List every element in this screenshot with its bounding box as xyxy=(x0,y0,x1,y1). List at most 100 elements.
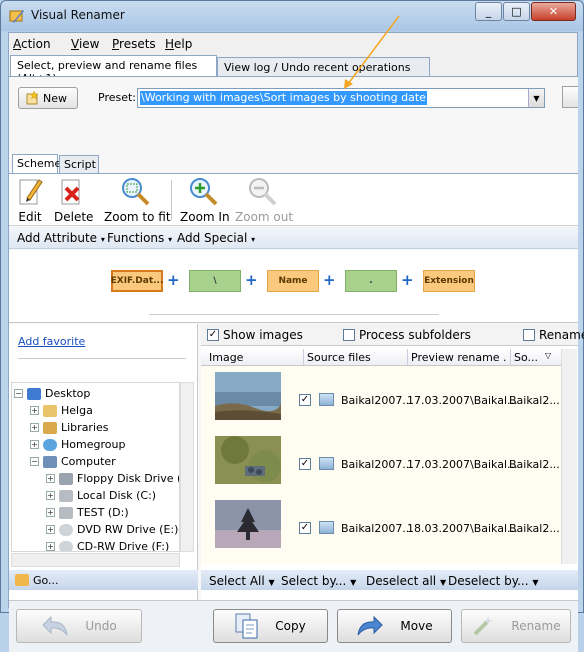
move-button[interactable]: Move xyxy=(337,609,452,643)
deselect-all-button[interactable]: Deselect all ▼ xyxy=(366,574,446,588)
column-divider[interactable] xyxy=(407,349,408,366)
add-favorite-link[interactable]: Add favorite xyxy=(18,335,85,348)
tab-select-preview-rename[interactable]: Select, preview and rename files (Alt+1) xyxy=(10,55,217,85)
undo-button[interactable]: Undo xyxy=(16,609,142,643)
copy-button[interactable]: Copy xyxy=(213,609,328,643)
scheme-token-exif-date[interactable]: EXIF.Dat... xyxy=(111,270,163,292)
add-special-label: Add Special xyxy=(177,231,248,245)
close-button[interactable]: ✕ xyxy=(531,2,576,21)
move-arrow-icon xyxy=(357,615,384,636)
menu-help[interactable]: Help xyxy=(165,37,192,51)
minimize-button[interactable]: _ xyxy=(475,2,502,21)
table-row[interactable]: ✓ Baikal2007... 17.03.2007\Baikal... Bai… xyxy=(201,436,561,500)
checkbox-unchecked-icon xyxy=(523,329,535,341)
save-preset-button[interactable] xyxy=(562,86,578,108)
table-row[interactable]: ✓ Baikal2007... 17.03.2007\Baikal... Bai… xyxy=(201,372,561,436)
scheme-token-name[interactable]: Name xyxy=(267,270,319,292)
expand-icon[interactable]: + xyxy=(30,423,39,432)
column-divider[interactable] xyxy=(303,349,304,366)
collapse-icon[interactable]: − xyxy=(30,457,39,466)
rename-button[interactable]: Rename xyxy=(461,609,571,643)
plus-icon: + xyxy=(401,271,414,289)
functions-menu[interactable]: Functions ▾ xyxy=(107,231,172,245)
expand-icon[interactable]: + xyxy=(30,406,39,415)
preview-rename-cell: 18.03.2007\Baikal... xyxy=(407,522,518,535)
zoom-to-fit-button[interactable]: Zoom to fit xyxy=(104,176,171,224)
tree-item-homegroup[interactable]: + Homegroup xyxy=(30,436,125,453)
window-title: Visual Renamer xyxy=(31,8,125,22)
expand-icon[interactable]: + xyxy=(46,525,55,534)
tree-item-test-d[interactable]: + TEST (D:) xyxy=(46,504,129,521)
menu-presets[interactable]: Presets xyxy=(112,37,156,51)
column-source-files[interactable]: Source files xyxy=(307,351,405,364)
expand-icon[interactable]: + xyxy=(46,542,55,551)
row-checkbox[interactable]: ✓ xyxy=(299,394,311,406)
plus-icon: + xyxy=(323,271,336,289)
deselect-by-button[interactable]: Deselect by... ▼ xyxy=(448,574,539,588)
tab-view-log[interactable]: View log / Undo recent operations (Alt+2… xyxy=(217,57,430,87)
chevron-down-icon[interactable]: ▼ xyxy=(528,89,544,107)
tree-item-helga[interactable]: + Helga xyxy=(30,402,93,419)
add-special-menu[interactable]: Add Special ▾ xyxy=(177,231,255,245)
edit-button[interactable]: Edit xyxy=(17,176,43,224)
desktop-icon xyxy=(27,387,41,400)
tree-item-computer[interactable]: − Computer xyxy=(30,453,116,470)
row-checkbox[interactable]: ✓ xyxy=(299,522,311,534)
menu-bar: Action View Presets Help xyxy=(9,33,577,55)
image-file-icon xyxy=(319,457,334,470)
scheme-token-extension[interactable]: Extension xyxy=(423,270,475,292)
file-grid-header: Image Source files Preview rename ... So… xyxy=(201,349,561,366)
menu-help-accel: H xyxy=(165,37,175,51)
tree-item-libraries[interactable]: + Libraries xyxy=(30,419,109,436)
filter-icon[interactable]: ▽ xyxy=(545,351,551,360)
tree-item-desktop[interactable]: − Desktop xyxy=(14,385,90,402)
tree-item-local-c[interactable]: + Local Disk (C:) xyxy=(46,487,156,504)
menu-action[interactable]: Action xyxy=(13,37,51,51)
dropdown-arrow-icon: ▼ xyxy=(268,578,275,587)
column-divider[interactable] xyxy=(510,349,511,366)
scheme-token-backslash[interactable]: \ xyxy=(189,270,241,292)
maximize-button[interactable]: □ xyxy=(503,2,530,21)
tab-script[interactable]: Script xyxy=(59,155,99,173)
expand-icon[interactable]: + xyxy=(46,474,55,483)
menu-view[interactable]: View xyxy=(71,37,99,51)
zoom-in-button[interactable]: Zoom In xyxy=(180,176,230,224)
menu-presets-label: resets xyxy=(119,37,156,51)
column-preview-rename[interactable]: Preview rename ... xyxy=(411,351,507,364)
table-row[interactable]: ✓ Baikal2007... 18.03.2007\Baikal... Bai… xyxy=(201,500,561,564)
scheme-token-dot[interactable]: . xyxy=(345,270,397,292)
select-all-button[interactable]: Select All ▼ xyxy=(209,574,275,588)
add-attribute-menu[interactable]: Add Attribute ▾ xyxy=(17,231,105,245)
new-preset-button[interactable]: New xyxy=(18,87,78,109)
tree-horizontal-scrollbar[interactable] xyxy=(11,553,180,567)
row-checkbox[interactable]: ✓ xyxy=(299,458,311,470)
zoom-out-icon xyxy=(249,178,277,206)
select-by-label: Select by... xyxy=(281,574,347,588)
tab-scheme[interactable]: Scheme xyxy=(12,154,61,173)
photo-thumbnail xyxy=(215,372,281,420)
tree-item-floppy[interactable]: + Floppy Disk Drive (A xyxy=(46,470,179,487)
column-image[interactable]: Image xyxy=(209,351,299,364)
tree-label: Helga xyxy=(61,404,93,417)
tree-label: Local Disk (C:) xyxy=(77,489,157,502)
expand-icon[interactable]: + xyxy=(30,440,39,449)
favorites-divider xyxy=(18,358,186,359)
show-images-checkbox[interactable]: ✓ Show images xyxy=(207,328,303,342)
grid-vertical-scrollbar[interactable] xyxy=(561,349,577,564)
preset-combobox[interactable]: \Working with images\Sort images by shoo… xyxy=(137,88,545,108)
expand-icon[interactable]: + xyxy=(46,508,55,517)
column-so[interactable]: So... xyxy=(514,351,548,364)
go-button[interactable]: Go... xyxy=(9,570,198,590)
tree-vertical-scrollbar[interactable] xyxy=(180,382,194,552)
tree-item-cd-f[interactable]: + CD-RW Drive (F:) xyxy=(46,538,169,551)
collapse-icon[interactable]: − xyxy=(14,389,23,398)
process-subfolders-checkbox[interactable]: Process subfolders xyxy=(343,328,471,342)
delete-button[interactable]: Delete xyxy=(54,176,93,224)
tree-item-dvd-e[interactable]: + DVD RW Drive (E:) xyxy=(46,521,178,538)
scheme-splitter[interactable] xyxy=(149,314,439,320)
expand-icon[interactable]: + xyxy=(46,491,55,500)
zoom-out-button[interactable]: Zoom out xyxy=(235,176,293,224)
rename-option-checkbox[interactable]: Rename xyxy=(523,328,584,342)
deselect-by-label: Deselect by... xyxy=(448,574,529,588)
select-by-button[interactable]: Select by... ▼ xyxy=(281,574,356,588)
